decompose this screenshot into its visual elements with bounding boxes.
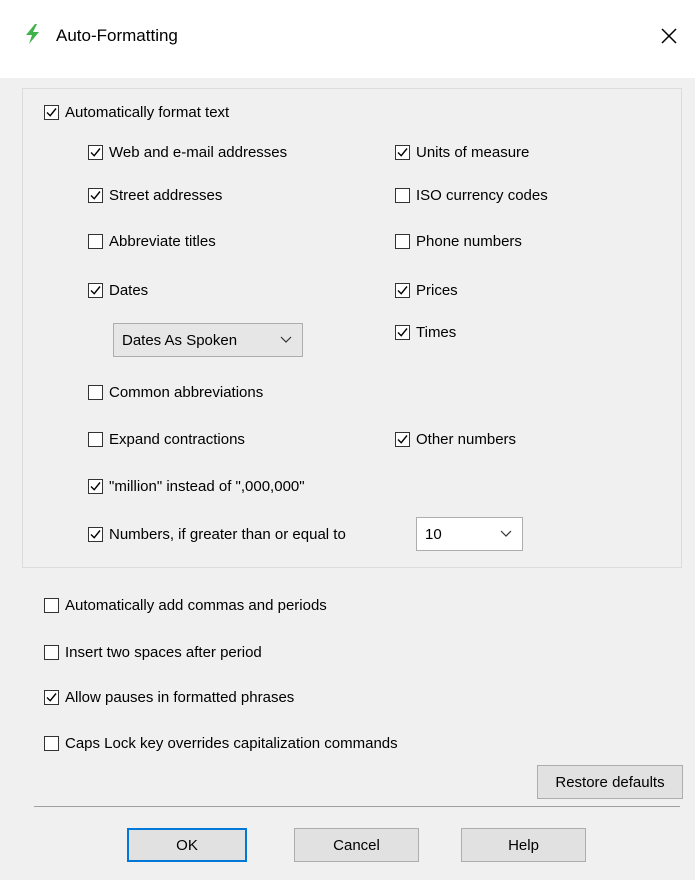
checkbox-box[interactable] bbox=[44, 645, 59, 660]
checkbox-box[interactable] bbox=[395, 283, 410, 298]
street-addresses-checkbox[interactable]: Street addresses bbox=[88, 187, 222, 204]
phone-numbers-checkbox[interactable]: Phone numbers bbox=[395, 233, 522, 250]
units-of-measure-checkbox[interactable]: Units of measure bbox=[395, 144, 529, 161]
checkbox-box[interactable] bbox=[88, 432, 103, 447]
chevron-down-icon bbox=[500, 530, 512, 537]
checkbox-box[interactable] bbox=[88, 479, 103, 494]
checkbox-box[interactable] bbox=[44, 105, 59, 120]
add-commas-checkbox[interactable]: Automatically add commas and periods bbox=[44, 597, 327, 614]
close-icon[interactable] bbox=[655, 22, 683, 50]
checkbox-label: Units of measure bbox=[416, 144, 530, 161]
checkbox-box[interactable] bbox=[395, 145, 410, 160]
checkbox-box[interactable] bbox=[88, 188, 103, 203]
expand-contractions-checkbox[interactable]: Expand contractions bbox=[88, 431, 245, 448]
checkbox-label: "million" instead of ",000,000" bbox=[109, 478, 305, 495]
auto-format-checkbox[interactable]: Automatically format text bbox=[44, 104, 229, 121]
checkbox-label: Abbreviate titles bbox=[109, 233, 216, 250]
checkbox-label: Insert two spaces after period bbox=[65, 644, 262, 661]
window-title: Auto-Formatting bbox=[56, 26, 178, 45]
iso-currency-checkbox[interactable]: ISO currency codes bbox=[395, 187, 548, 204]
checkbox-box[interactable] bbox=[44, 598, 59, 613]
checkbox-label: Other numbers bbox=[416, 431, 517, 448]
million-checkbox[interactable]: "million" instead of ",000,000" bbox=[88, 478, 305, 495]
checkbox-box[interactable] bbox=[395, 234, 410, 249]
help-button[interactable]: Help bbox=[461, 828, 586, 862]
checkbox-box[interactable] bbox=[44, 736, 59, 751]
checkbox-label: Web and e-mail addresses bbox=[109, 144, 288, 161]
numbers-threshold-checkbox[interactable]: Numbers, if greater than or equal to bbox=[88, 526, 346, 543]
cancel-button[interactable]: Cancel bbox=[294, 828, 419, 862]
checkbox-box[interactable] bbox=[88, 283, 103, 298]
checkbox-box[interactable] bbox=[395, 188, 410, 203]
checkbox-label: Automatically add commas and periods bbox=[65, 597, 327, 614]
prices-checkbox[interactable]: Prices bbox=[395, 282, 458, 299]
dates-checkbox[interactable]: Dates bbox=[88, 282, 148, 299]
common-abbreviations-checkbox[interactable]: Common abbreviations bbox=[88, 384, 263, 401]
restore-defaults-button[interactable]: Restore defaults bbox=[537, 765, 683, 799]
checkbox-label: Allow pauses in formatted phrases bbox=[65, 689, 295, 706]
checkbox-label: ISO currency codes bbox=[416, 187, 548, 204]
checkbox-box[interactable] bbox=[395, 432, 410, 447]
allow-pauses-checkbox[interactable]: Allow pauses in formatted phrases bbox=[44, 689, 294, 706]
checkbox-box[interactable] bbox=[88, 145, 103, 160]
chevron-down-icon bbox=[280, 336, 292, 343]
checkbox-box[interactable] bbox=[88, 527, 103, 542]
dates-format-select[interactable]: Dates As Spoken bbox=[113, 323, 303, 357]
checkbox-label: Numbers, if greater than or equal to bbox=[109, 526, 346, 543]
checkbox-label: Dates bbox=[109, 282, 149, 299]
other-numbers-checkbox[interactable]: Other numbers bbox=[395, 431, 516, 448]
separator bbox=[34, 806, 680, 807]
times-checkbox[interactable]: Times bbox=[395, 324, 456, 341]
checkbox-label: Automatically format text bbox=[65, 104, 230, 121]
checkbox-label: Street addresses bbox=[109, 187, 223, 204]
checkbox-box[interactable] bbox=[44, 690, 59, 705]
checkbox-label: Common abbreviations bbox=[109, 384, 264, 401]
checkbox-label: Caps Lock key overrides capitalization c… bbox=[65, 735, 398, 752]
numbers-threshold-select[interactable]: 10 bbox=[416, 517, 523, 551]
title-bar: Auto-Formatting bbox=[0, 0, 695, 78]
checkbox-box[interactable] bbox=[88, 385, 103, 400]
checkbox-label: Phone numbers bbox=[416, 233, 522, 250]
two-spaces-checkbox[interactable]: Insert two spaces after period bbox=[44, 644, 262, 661]
checkbox-label: Expand contractions bbox=[109, 431, 245, 448]
abbreviate-titles-checkbox[interactable]: Abbreviate titles bbox=[88, 233, 216, 250]
checkbox-label: Prices bbox=[416, 282, 458, 299]
checkbox-label: Times bbox=[416, 324, 457, 341]
web-email-checkbox[interactable]: Web and e-mail addresses bbox=[88, 144, 287, 161]
lightning-bolt-icon bbox=[26, 24, 39, 44]
ok-button[interactable]: OK bbox=[127, 828, 247, 862]
checkbox-box[interactable] bbox=[88, 234, 103, 249]
numbers-threshold-value: 10 bbox=[425, 525, 442, 543]
caps-lock-checkbox[interactable]: Caps Lock key overrides capitalization c… bbox=[44, 735, 398, 752]
dates-format-value: Dates As Spoken bbox=[122, 331, 238, 349]
checkbox-box[interactable] bbox=[395, 325, 410, 340]
